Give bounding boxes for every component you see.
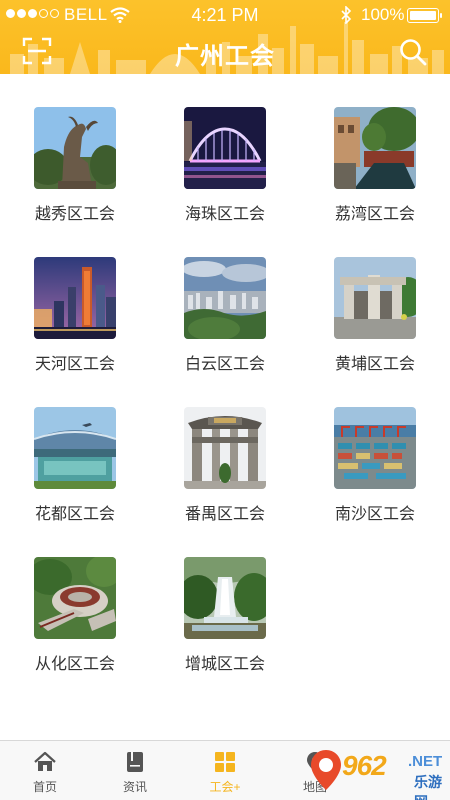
container-port-thumbnail (334, 407, 416, 489)
search-icon[interactable] (399, 38, 427, 66)
bluetooth-icon (341, 6, 352, 24)
district-tile-conghua[interactable]: 从化区工会 (0, 524, 150, 674)
app-header: BELL 4:21 PM 100% 广州工会 (0, 0, 450, 74)
tab-label: 资讯 (122, 780, 147, 794)
status-bar: BELL 4:21 PM 100% (0, 0, 450, 30)
stone-gate-thumbnail (334, 257, 416, 339)
goat-statue-thumbnail (34, 107, 116, 189)
district-tile-yuexiu[interactable]: 越秀区工会 (0, 74, 150, 224)
watermark-domain: .NET (408, 753, 443, 770)
district-label: 番禺区工会 (184, 506, 265, 523)
district-tile-baiyun[interactable]: 白云区工会 (150, 224, 300, 374)
district-tile-zengcheng[interactable]: 增城区工会 (150, 524, 300, 674)
location-pin-icon (311, 750, 341, 790)
district-label: 海珠区工会 (184, 206, 265, 223)
district-label: 增城区工会 (184, 656, 265, 673)
district-label: 越秀区工会 (34, 206, 115, 223)
district-tile-tianhe[interactable]: 天河区工会 (0, 224, 150, 374)
lit-bridge-thumbnail (184, 107, 266, 189)
night-skyline-thumbnail (34, 257, 116, 339)
tab-union-plus[interactable]: 工会+ (180, 741, 270, 800)
tab-home[interactable]: 首页 (0, 741, 90, 800)
watermark-subtitle: 乐游网 (414, 774, 442, 800)
district-label: 荔湾区工会 (334, 206, 415, 223)
district-label: 白云区工会 (184, 356, 265, 373)
airport-terminal-thumbnail (34, 407, 116, 489)
district-tile-nansha[interactable]: 南沙区工会 (300, 374, 450, 524)
tab-news[interactable]: 资讯 (90, 741, 180, 800)
book-icon (127, 752, 143, 772)
page-title: 广州工会 (175, 43, 275, 70)
battery-percent: 100% (361, 5, 405, 24)
district-tile-liwan[interactable]: 荔湾区工会 (300, 74, 450, 224)
district-label: 花都区工会 (34, 506, 115, 523)
city-overview-thumbnail (184, 257, 266, 339)
watermark-brand: 962 (342, 750, 387, 781)
tab-label: 工会+ (209, 780, 241, 794)
district-tile-haizhu[interactable]: 海珠区工会 (150, 74, 300, 224)
memorial-archway-thumbnail (184, 407, 266, 489)
home-icon (34, 751, 56, 771)
tab-label: 首页 (32, 780, 57, 794)
site-watermark: 962 .NET 乐游网 (300, 744, 450, 800)
canal-street-thumbnail (334, 107, 416, 189)
round-building-thumbnail (34, 557, 116, 639)
district-tile-huangpu[interactable]: 黄埔区工会 (300, 224, 450, 374)
district-label: 从化区工会 (34, 656, 115, 673)
battery-icon (407, 8, 442, 23)
grid-icon (215, 752, 235, 772)
district-label: 南沙区工会 (334, 506, 415, 523)
district-label: 黄埔区工会 (334, 356, 415, 373)
waterfall-thumbnail (184, 557, 266, 639)
district-tile-panyu[interactable]: 番禺区工会 (150, 374, 300, 524)
district-tile-huadu[interactable]: 花都区工会 (0, 374, 150, 524)
district-label: 天河区工会 (34, 356, 115, 373)
